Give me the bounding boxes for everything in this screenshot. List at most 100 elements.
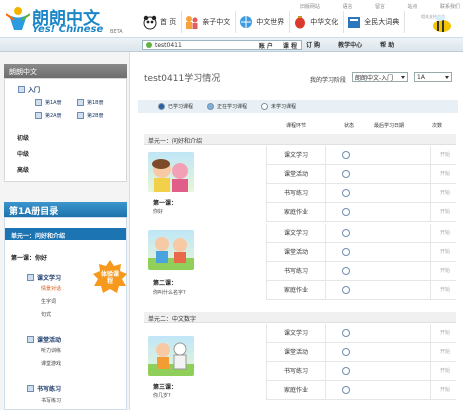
start-link[interactable]: 开始	[430, 203, 456, 222]
activity-name[interactable]: 课堂活动	[266, 343, 326, 362]
section-icon	[27, 336, 34, 343]
activity-name[interactable]: 家庭作业	[266, 281, 326, 300]
activity-name[interactable]: 课文学习	[266, 224, 326, 243]
lesson-1-image	[148, 152, 194, 192]
site-header: 朗朗中文 Yes! Chinese BETA 旧版网站 语言 留言 站点 联系我…	[0, 0, 463, 38]
site-logo[interactable]: 朗朗中文 Yes! Chinese BETA	[6, 4, 136, 36]
chevron-down-icon	[445, 75, 449, 79]
account-dropdown[interactable]: 账 户	[259, 41, 273, 50]
activity-name[interactable]: 课文学习	[266, 324, 326, 343]
unit-bar-label: 单元一：问好和介绍	[11, 233, 66, 240]
activity-name[interactable]: 课文学习	[266, 146, 326, 165]
book-1b-link[interactable]: 第1B册	[77, 99, 104, 106]
nav-home[interactable]: 首 页	[140, 11, 183, 33]
table-row: 书写练习 开始	[266, 262, 456, 281]
book-icon	[77, 112, 84, 119]
stage-select[interactable]: 朗朗中文-入门	[352, 72, 408, 82]
item-sentence[interactable]: 句式	[41, 311, 51, 318]
menu-help[interactable]: 帮 助	[380, 40, 394, 49]
bee-mascot-icon	[433, 15, 451, 32]
activity-name[interactable]: 课堂活动	[266, 243, 326, 262]
nav-dictionary[interactable]: 全民大词典	[344, 11, 406, 33]
section-text-learning-label: 课文学习	[37, 275, 62, 282]
panel-title: 朗朗中文	[4, 64, 127, 78]
level-entry-label: 入门	[28, 87, 41, 94]
menu-teaching-center[interactable]: 教学中心	[338, 40, 362, 49]
book-select[interactable]: 1A	[414, 72, 452, 82]
dictionary-icon	[348, 17, 361, 28]
lesson-title: 第二课：	[153, 280, 178, 287]
item-listening[interactable]: 听力训练	[41, 347, 61, 354]
user-bar: test0411 账 户 课 程 订 购 教学中心 帮 助	[0, 38, 463, 52]
top-link-message[interactable]: 留言	[375, 3, 385, 11]
activity-name[interactable]: 书写练习	[266, 262, 326, 281]
nav-world-label: 中文世界	[256, 18, 285, 26]
nav-culture-label: 中华文化	[310, 18, 339, 26]
level-entry-title[interactable]: 入门	[18, 85, 40, 94]
start-link[interactable]: 开始	[430, 343, 456, 362]
chevron-down-icon	[401, 75, 405, 79]
book-2a-link[interactable]: 第2A册	[35, 112, 62, 119]
activity-name[interactable]: 书写练习	[266, 362, 326, 381]
item-vocabulary[interactable]: 生字词	[41, 298, 56, 305]
legend-learning: 正在学习课程	[207, 103, 247, 110]
section-class-activity-label: 课堂活动	[37, 337, 62, 344]
start-link[interactable]: 开始	[430, 146, 456, 165]
start-link[interactable]: 开始	[430, 362, 456, 381]
lesson-line[interactable]: 第一课：你好	[11, 253, 47, 262]
family-icon	[186, 16, 198, 29]
activity-name[interactable]: 家庭作业	[266, 203, 326, 222]
legend-not-learned: 未学习课程	[261, 103, 296, 110]
user-field[interactable]: test0411 账 户 课 程	[142, 40, 302, 50]
nav-family-chinese[interactable]: 亲子中文	[182, 11, 237, 33]
level-intermediate[interactable]: 中级	[17, 149, 29, 158]
start-link[interactable]: 开始	[430, 281, 456, 300]
item-writing-practice[interactable]: 书写练习	[41, 397, 61, 404]
activity-name[interactable]: 书写练习	[266, 184, 326, 203]
status-legend: 已学习课程 正在学习课程 未学习课程	[138, 100, 458, 113]
top-link-language[interactable]: 语言	[342, 3, 352, 11]
activity-name[interactable]: 课堂活动	[266, 165, 326, 184]
nav-chinese-world[interactable]: 中文世界	[236, 11, 291, 33]
level-beginner[interactable]: 初级	[17, 133, 29, 142]
lesson-illustration-icon	[148, 237, 194, 270]
status-circle-icon	[342, 229, 350, 237]
directory-title: 第1A册目录	[4, 202, 127, 217]
book-2b-link[interactable]: 第2B册	[77, 112, 104, 119]
level-advanced[interactable]: 高级	[17, 165, 29, 174]
book-1a-link[interactable]: 第1A册	[35, 99, 62, 106]
top-link-old-site[interactable]: 旧版网站	[300, 3, 320, 11]
section-text-learning[interactable]: 课文学习	[27, 273, 61, 282]
table-row: 课堂活动 开始	[266, 165, 456, 184]
start-link[interactable]: 开始	[430, 381, 456, 400]
status-circle-icon	[342, 267, 350, 275]
table-row: 家庭作业 开始	[266, 281, 456, 300]
nav-chinese-culture[interactable]: 中华文化	[290, 11, 345, 33]
unit-bar[interactable]: 单元一：问好和介绍	[5, 228, 126, 240]
unit-header: 单元二：中文数字	[144, 312, 456, 323]
status-circle-icon	[342, 386, 350, 394]
item-dialogue[interactable]: 情景对话	[41, 285, 61, 292]
start-link[interactable]: 开始	[430, 243, 456, 262]
section-class-activity[interactable]: 课堂活动	[27, 335, 61, 344]
col-status: 状态	[344, 123, 355, 129]
item-class-game[interactable]: 课堂游戏	[41, 360, 61, 367]
book-icon	[35, 112, 42, 119]
start-link[interactable]: 开始	[430, 324, 456, 343]
activity-name[interactable]: 家庭作业	[266, 381, 326, 400]
section-writing[interactable]: 书写练习	[27, 384, 61, 393]
start-link[interactable]: 开始	[430, 165, 456, 184]
start-link[interactable]: 开始	[430, 224, 456, 243]
book-select-value: 1A	[417, 73, 425, 81]
legend-not-learned-label: 未学习课程	[271, 104, 297, 110]
status-circle-icon	[342, 329, 350, 337]
menu-order[interactable]: 订 购	[306, 40, 320, 49]
top-link-sitemap[interactable]: 站点	[407, 3, 417, 11]
start-link[interactable]: 开始	[430, 184, 456, 203]
start-link[interactable]: 开始	[430, 262, 456, 281]
table-row: 课文学习 开始	[266, 224, 456, 243]
nav-home-label: 首 页	[160, 18, 177, 26]
course-dropdown[interactable]: 课 程	[283, 41, 297, 50]
book-icon	[77, 99, 84, 106]
status-circle-icon	[342, 208, 350, 216]
